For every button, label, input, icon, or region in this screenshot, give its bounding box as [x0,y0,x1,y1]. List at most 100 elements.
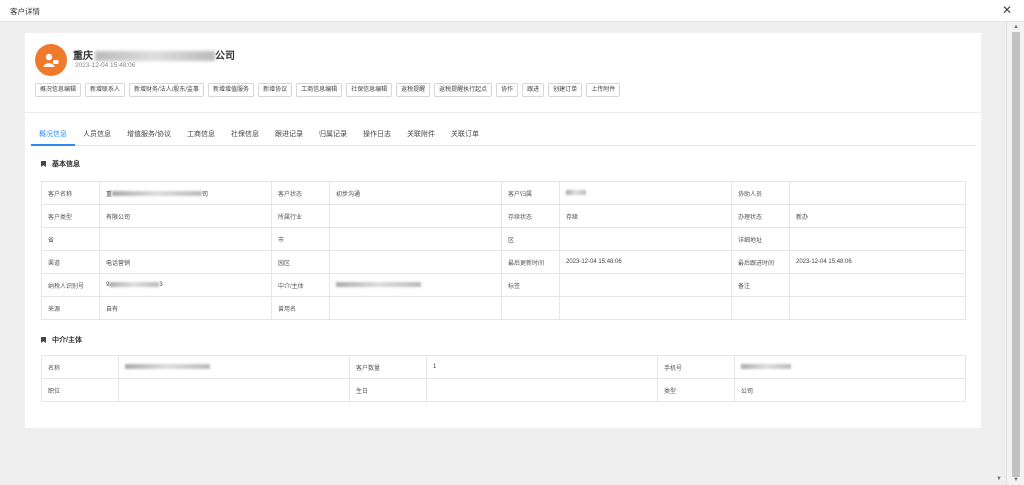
masked-text [109,281,160,287]
field-value [789,181,966,205]
table-row: 客户名称重司客户状态 初步沟通 客户归属 协助人员 [41,181,966,205]
action-button[interactable]: 跟进 [522,83,545,97]
tab-item[interactable]: 关联附件 [399,129,443,146]
field-value [426,378,658,402]
tab-item[interactable]: 跟进记录 [267,129,311,146]
value-text: 公司 [741,388,754,395]
table-row: 纳税人识别号 9 3 中介/主体 标签 备注 [41,273,966,297]
field-value: 自有 [99,296,272,320]
field-label: 职位 [41,378,119,402]
tab-item[interactable]: 人员信息 [75,129,119,146]
field-label: 最后跟进时间 [731,250,790,274]
customer-name: 重庆 公司 [73,51,235,62]
field-label: 纳税人识别号 [41,273,100,297]
action-button[interactable]: 社保信息编辑 [346,83,393,97]
detail-tabs: 概况信息 人员信息 增值服务/协议 工商信息 社保信息 跟进记录 归属记录 操作日志 关联附件关… [31,129,975,146]
tab-item[interactable]: 归属记录 [311,129,355,146]
masked-text [125,363,210,369]
field-value: 公司 [734,378,966,402]
scroll-down-icon[interactable]: ▼ [1013,477,1019,483]
action-button[interactable]: 返税提醒执行起点 [434,83,493,97]
tab-item[interactable]: 增值服务/协议 [119,129,179,146]
tab-item[interactable]: 关联订单 [443,129,487,146]
field-value [789,227,966,251]
scroll-down-small-icon[interactable]: ▼ [996,476,1002,482]
close-icon[interactable]: ✕ [1002,3,1012,17]
field-value [329,250,502,274]
action-button[interactable]: 创建订单 [548,83,583,97]
action-button[interactable]: 上传附件 [586,83,621,97]
field-value [559,296,732,320]
field-label [731,296,790,320]
field-label: 客户归属 [501,181,560,205]
field-label: 来源 [41,296,100,320]
field-value [789,273,966,297]
action-button[interactable]: 新增联系人 [85,83,126,97]
action-button[interactable]: 新增增值服务 [208,83,255,97]
scrollbar-thumb[interactable] [1012,32,1020,477]
action-button[interactable]: 返税提醒 [396,83,431,97]
field-label: 最后更新时间 [501,250,560,274]
masked-text [566,189,586,195]
field-value [559,227,732,251]
field-label: 名称 [41,355,119,379]
field-label: 类型 [657,378,735,402]
value-text: 存续 [566,214,579,221]
action-button[interactable]: 概况信息编辑 [35,83,82,97]
field-value: 重司 [99,181,272,205]
field-value [99,227,272,251]
field-label: 渠道 [41,250,100,274]
field-label: 存续状态 [501,204,560,228]
field-label: 客户状态 [271,181,330,205]
field-label: 客户名称 [41,181,100,205]
basic-info-table: 客户名称重司客户状态 初步沟通 客户归属 协助人员 客户类型 有限公司 所属行业 存续状态 存续… [41,181,966,320]
scroll-up-icon[interactable]: ▲ [1013,24,1019,30]
field-label: 省 [41,227,100,251]
field-label: 客户数量 [349,355,427,379]
field-value: 初步沟通 [329,181,502,205]
field-value [118,355,350,379]
value-text: 初步沟通 [336,191,361,198]
field-label: 手机号 [657,355,735,379]
field-label: 市 [271,227,330,251]
value-text: 司 [202,191,209,198]
masked-text [336,281,421,287]
table-row: 来源 自有 曾用名 [41,296,966,320]
tab-item[interactable]: 操作日志 [355,129,399,146]
vertical-scrollbar[interactable]: ▲ ▼ [1006,22,1024,485]
field-label: 所属行业 [271,204,330,228]
field-label: 备注 [731,273,790,297]
tab-item[interactable]: 概况信息 [31,129,75,146]
value-text: 自有 [106,306,119,313]
action-button[interactable]: 新增财务/法人/股东/监事 [129,83,205,97]
tab-item[interactable]: 工商信息 [179,129,223,146]
value-text: 有限公司 [106,214,131,221]
tab-item[interactable]: 社保信息 [223,129,267,146]
customer-created-time: 2023-12-04 15:48:06 [75,62,136,69]
action-button[interactable]: 协作 [496,83,519,97]
section-title-agent: 中介/主体 [41,335,82,345]
customer-detail-card: 重庆 公司 2023-12-04 15:48:06 概况信息编辑 新增联系人 新增财务… [25,33,981,428]
user-icon [43,53,59,67]
field-value [329,273,502,297]
field-value [118,378,350,402]
scroll-corner: ▼ [990,476,1002,482]
table-row: 渠道 电话营销 园区 最后更新时间 2023-12-04 15:48:06 最后跟进时间 2… [41,250,966,274]
action-button[interactable]: 新增协议 [258,83,293,97]
masked-text [95,51,215,62]
table-row: 名称 客户数量 1 手机号 [41,355,966,379]
field-label: 曾用名 [271,296,330,320]
masked-text [741,363,791,369]
action-button[interactable]: 工商信息编辑 [296,83,343,97]
bookmark-icon [41,337,46,343]
value-text: 新办 [796,214,809,221]
agent-info-table: 名称 客户数量 1 手机号 职位 生日 类型 公司 [41,355,966,402]
field-value [559,273,732,297]
field-value [329,227,502,251]
avatar [35,44,67,76]
action-button-bar: 概况信息编辑 新增联系人 新增财务/法人/股东/监事 新增增值服务 新增协议 工商信息编辑… [35,83,624,97]
value-text: 3 [159,282,163,289]
field-value: 新办 [789,204,966,228]
field-label: 区 [501,227,560,251]
field-label: 园区 [271,250,330,274]
